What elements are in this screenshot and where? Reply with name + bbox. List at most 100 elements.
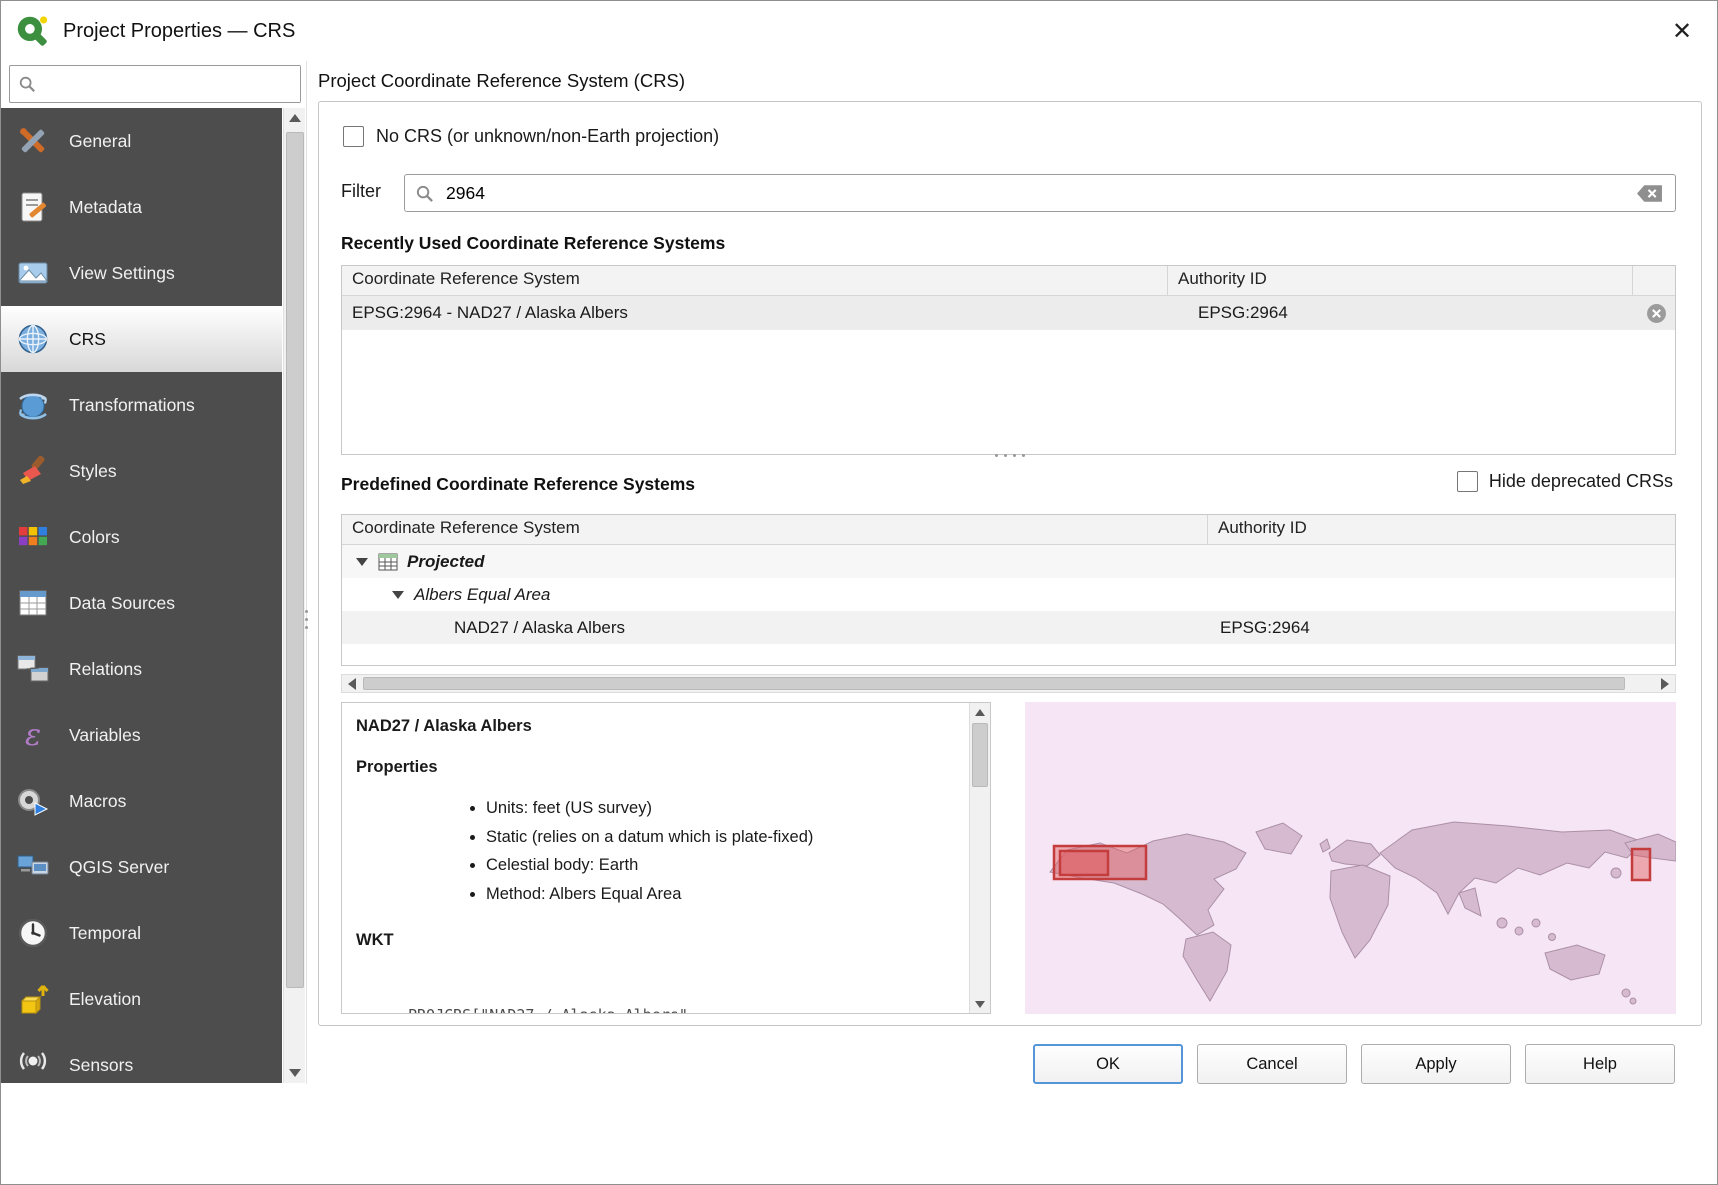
page-title: Project Coordinate Reference System (CRS… bbox=[318, 63, 685, 99]
property-item: Units: feet (US survey) bbox=[486, 795, 968, 823]
property-item: Method: Albers Equal Area bbox=[486, 881, 968, 909]
apply-button[interactable]: Apply bbox=[1361, 1044, 1511, 1084]
sidebar-item-sensors[interactable]: Sensors bbox=[1, 1032, 282, 1083]
tree-label: Albers Equal Area bbox=[414, 585, 550, 605]
remove-icon[interactable] bbox=[1646, 303, 1667, 324]
properties-list: Units: feet (US survey) Static (relies o… bbox=[486, 795, 968, 909]
hide-deprecated-checkbox[interactable] bbox=[1457, 471, 1478, 492]
hide-deprecated-label: Hide deprecated CRSs bbox=[1489, 471, 1673, 492]
map-uk bbox=[1320, 839, 1330, 852]
sidebar-item-view-settings[interactable]: View Settings bbox=[1, 240, 282, 306]
property-item: Celestial body: Earth bbox=[486, 852, 968, 880]
world-map bbox=[1025, 702, 1676, 1014]
help-button[interactable]: Help bbox=[1525, 1044, 1675, 1084]
crs-details-content: NAD27 / Alaska Albers Properties Units: … bbox=[342, 703, 968, 1013]
horizontal-scrollbar-thumb[interactable] bbox=[363, 677, 1625, 690]
sidebar-item-label: Transformations bbox=[69, 395, 195, 416]
hide-deprecated-row: Hide deprecated CRSs bbox=[1457, 471, 1673, 492]
sidebar-item-label: Relations bbox=[69, 659, 142, 680]
sidebar-item-label: Macros bbox=[69, 791, 126, 812]
ok-button[interactable]: OK bbox=[1033, 1044, 1183, 1084]
table-row[interactable]: EPSG:2964 - NAD27 / Alaska Albers EPSG:2… bbox=[342, 296, 1675, 330]
svg-text:ε: ε bbox=[25, 718, 41, 753]
no-crs-checkbox[interactable] bbox=[343, 126, 364, 147]
sidebar-scrollbar-thumb[interactable] bbox=[286, 132, 304, 988]
sidebar-item-transformations[interactable]: Transformations bbox=[1, 372, 282, 438]
details-scrollbar-thumb[interactable] bbox=[972, 723, 988, 787]
scroll-down-icon[interactable] bbox=[970, 995, 990, 1013]
authority-cell: EPSG:2964 bbox=[1168, 303, 1633, 323]
sidebar-item-label: Data Sources bbox=[69, 593, 175, 614]
titlebar: Project Properties — CRS ✕ bbox=[1, 1, 1717, 61]
crs-panel: No CRS (or unknown/non-Earth projection)… bbox=[318, 101, 1702, 1026]
sidebar-search bbox=[9, 65, 301, 103]
sidebar-item-variables[interactable]: ε Variables bbox=[1, 702, 282, 768]
crs-cell: EPSG:2964 - NAD27 / Alaska Albers bbox=[342, 303, 1168, 323]
tree-row-projected[interactable]: Projected bbox=[342, 545, 1675, 578]
details-scrollbar bbox=[969, 703, 990, 1013]
column-header-spacer bbox=[1633, 266, 1675, 295]
wkt-code: PROJCRS["NAD27 / Alaska Albers", BASEGEO… bbox=[408, 958, 968, 1013]
sidebar-item-general[interactable]: General bbox=[1, 108, 282, 174]
crs-extent-highlight-inner bbox=[1060, 851, 1108, 875]
no-crs-label: No CRS (or unknown/non-Earth projection) bbox=[376, 126, 719, 147]
sidebar-search-input[interactable] bbox=[36, 66, 300, 102]
tree-row-albers[interactable]: Albers Equal Area bbox=[342, 578, 1675, 611]
sidebar-item-styles[interactable]: Styles bbox=[1, 438, 282, 504]
close-button[interactable]: ✕ bbox=[1661, 11, 1703, 51]
map-asia bbox=[1380, 822, 1643, 914]
sidebar-item-qgis-server[interactable]: QGIS Server bbox=[1, 834, 282, 900]
scroll-down-icon[interactable] bbox=[284, 1063, 306, 1083]
clear-filter-icon[interactable] bbox=[1636, 184, 1663, 203]
macros-icon bbox=[15, 783, 51, 819]
filter-input[interactable] bbox=[434, 175, 1636, 211]
section-splitter-handle[interactable] bbox=[319, 454, 1701, 457]
scroll-up-icon[interactable] bbox=[970, 703, 990, 721]
variables-icon: ε bbox=[15, 717, 51, 753]
sidebar-splitter-handle[interactable] bbox=[302, 599, 311, 639]
scroll-right-icon[interactable] bbox=[1655, 675, 1675, 692]
tools-icon bbox=[15, 123, 51, 159]
filter-label: Filter bbox=[341, 181, 381, 202]
column-header-authority[interactable]: Authority ID bbox=[1208, 515, 1675, 544]
crs-name: NAD27 / Alaska Albers bbox=[356, 717, 968, 736]
cancel-button[interactable]: Cancel bbox=[1197, 1044, 1347, 1084]
sidebar: General Metadata View Settings CRS Trans… bbox=[1, 108, 282, 1083]
column-header-authority[interactable]: Authority ID bbox=[1168, 266, 1633, 295]
sidebar-item-colors[interactable]: Colors bbox=[1, 504, 282, 570]
sidebar-item-macros[interactable]: Macros bbox=[1, 768, 282, 834]
sidebar-item-metadata[interactable]: Metadata bbox=[1, 174, 282, 240]
table-header: Coordinate Reference System Authority ID bbox=[342, 266, 1675, 296]
crs-globe-icon bbox=[15, 321, 51, 357]
collapse-icon[interactable] bbox=[392, 591, 404, 599]
styles-icon bbox=[15, 453, 51, 489]
sidebar-item-label: General bbox=[69, 131, 131, 152]
scroll-left-icon[interactable] bbox=[342, 675, 362, 692]
sidebar-item-elevation[interactable]: Elevation bbox=[1, 966, 282, 1032]
map-island bbox=[1549, 934, 1556, 941]
horizontal-scrollbar bbox=[341, 674, 1676, 693]
column-header-crs[interactable]: Coordinate Reference System bbox=[342, 266, 1168, 295]
sidebar-item-data-sources[interactable]: Data Sources bbox=[1, 570, 282, 636]
properties-heading: Properties bbox=[356, 758, 968, 777]
no-crs-row: No CRS (or unknown/non-Earth projection) bbox=[343, 126, 719, 147]
crs-details-panel: NAD27 / Alaska Albers Properties Units: … bbox=[341, 702, 991, 1014]
authority-cell: EPSG:2964 bbox=[1208, 618, 1675, 638]
map-japan bbox=[1611, 868, 1621, 878]
sidebar-item-temporal[interactable]: Temporal bbox=[1, 900, 282, 966]
table-header: Coordinate Reference System Authority ID bbox=[342, 515, 1675, 545]
map-new-zealand bbox=[1622, 989, 1630, 997]
column-header-crs[interactable]: Coordinate Reference System bbox=[342, 515, 1208, 544]
tree-row-nad27-alaska-albers[interactable]: NAD27 / Alaska Albers EPSG:2964 bbox=[342, 611, 1675, 644]
sidebar-item-crs[interactable]: CRS bbox=[1, 306, 282, 372]
collapse-icon[interactable] bbox=[356, 558, 368, 566]
wkt-line: PROJCRS["NAD27 / Alaska Albers", bbox=[408, 1004, 968, 1013]
predefined-crs-heading: Predefined Coordinate Reference Systems bbox=[341, 474, 695, 495]
sidebar-item-label: Colors bbox=[69, 527, 120, 548]
server-icon bbox=[15, 849, 51, 885]
scroll-up-icon[interactable] bbox=[284, 108, 306, 128]
sidebar-item-label: Styles bbox=[69, 461, 117, 482]
search-icon bbox=[18, 75, 36, 93]
sidebar-item-relations[interactable]: Relations bbox=[1, 636, 282, 702]
sidebar-item-label: QGIS Server bbox=[69, 857, 169, 878]
